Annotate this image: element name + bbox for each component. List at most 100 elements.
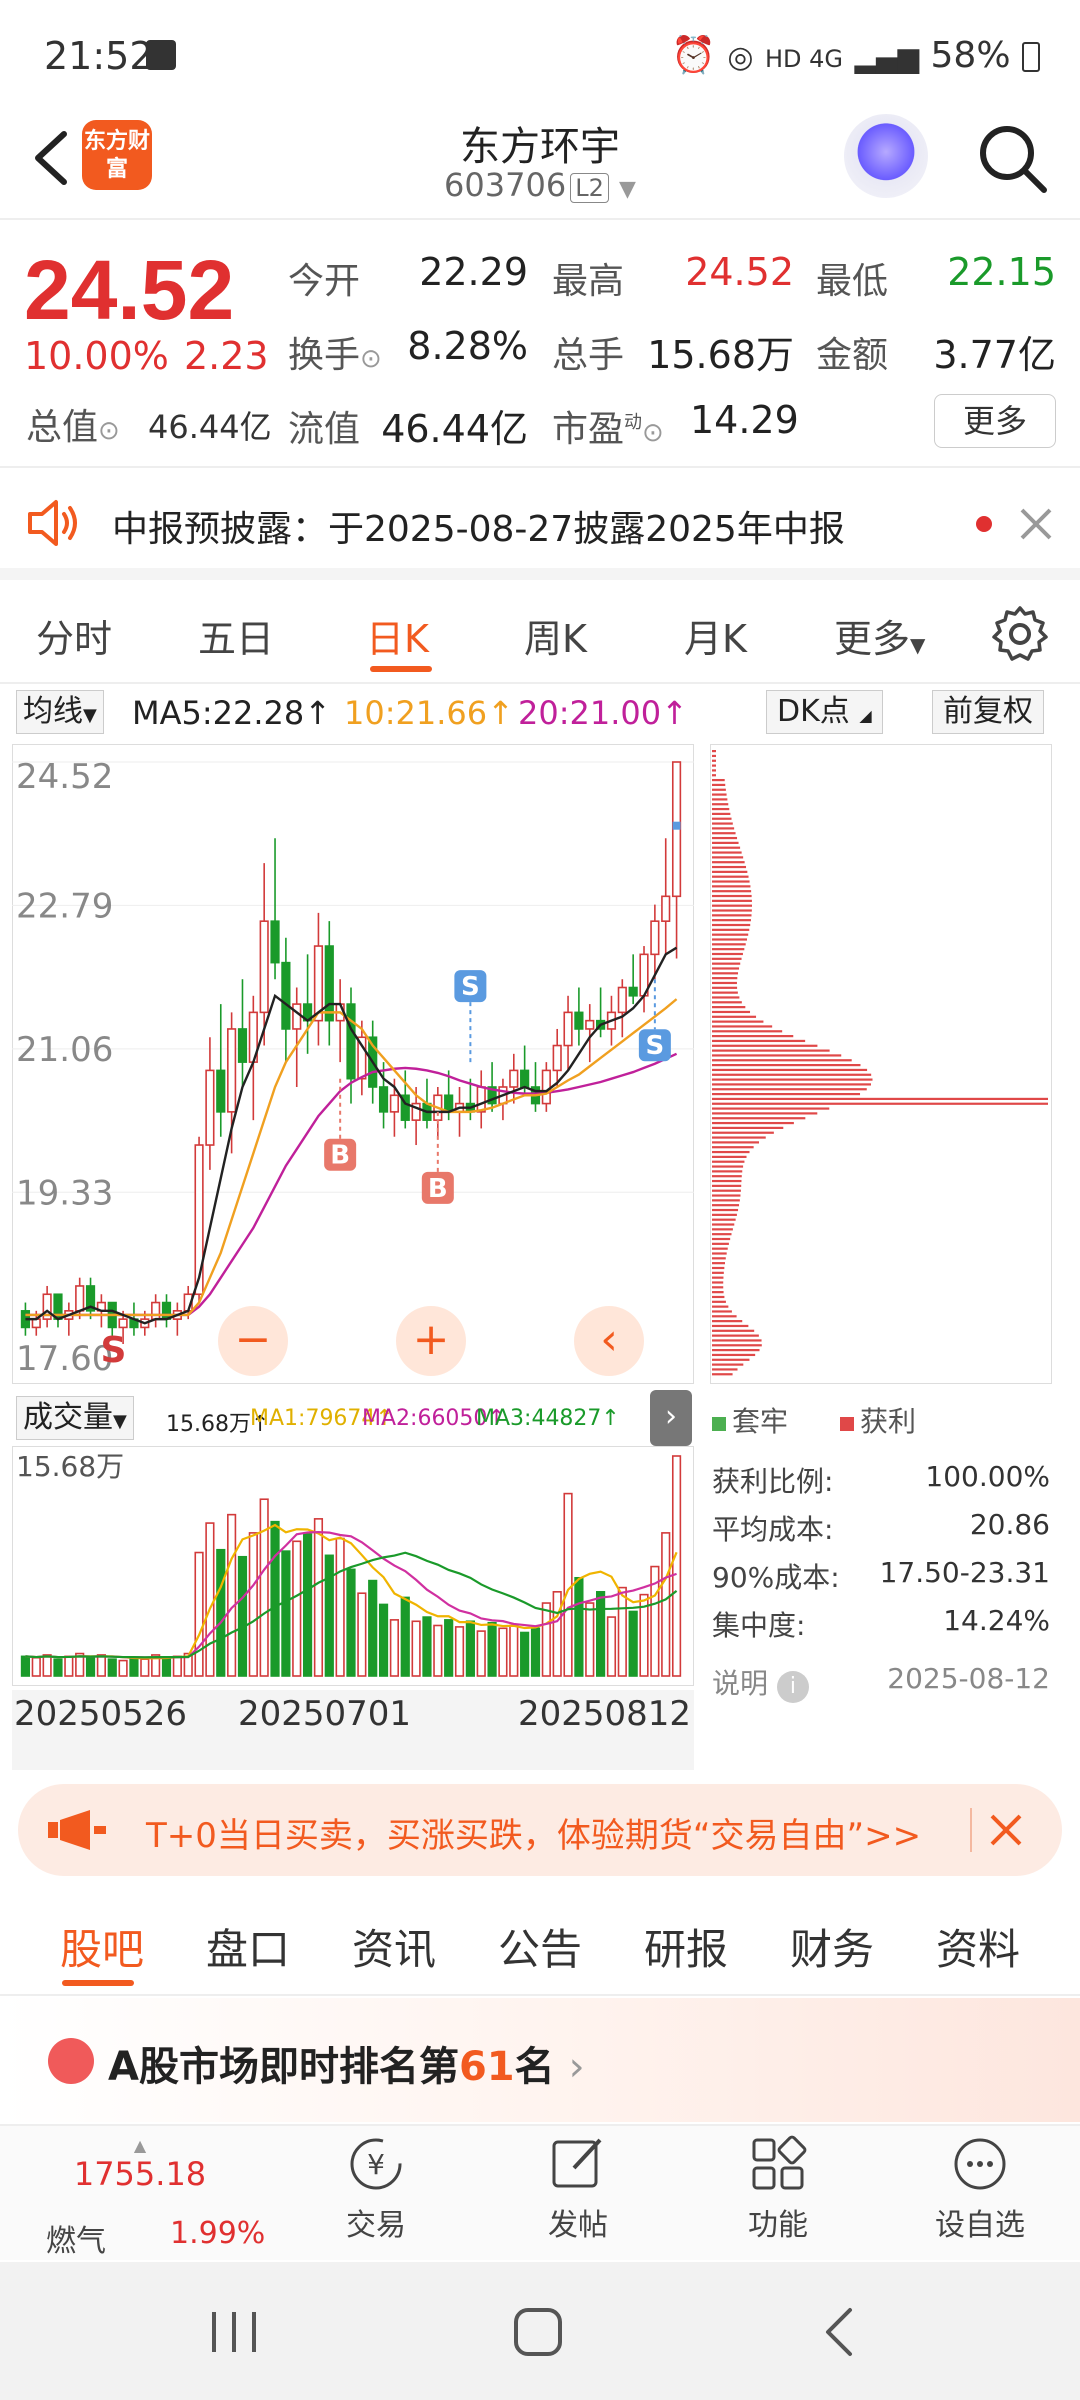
date-label-end: 20250812 [518,1694,692,1734]
chip-bar [712,885,751,888]
chip-bar [712,856,744,859]
chip-bar [712,1271,724,1274]
post-button[interactable]: 发帖 [518,2126,638,2244]
chip-bar [712,851,742,854]
chart-period-tabs: 分时 五日 日K 周K 月K 更多▼ [0,590,1080,684]
promo-banner[interactable]: T+0当日买卖，买涨买跌，体验期货“交易自由”>> [18,1784,1062,1876]
info-icon[interactable]: ⊙ [642,418,664,448]
tab-weekly-k[interactable]: 周K [524,608,587,663]
zoom-out-button[interactable]: − [218,1306,288,1376]
tab-five-day[interactable]: 五日 [198,608,274,663]
volume-selector[interactable]: 成交量▼ [16,1396,134,1440]
chip-bar [712,1020,764,1023]
level-badge: L2 [570,173,609,203]
volume-bar [302,1533,313,1677]
candle [292,1003,302,1030]
tab-profile[interactable]: 资料 [936,1916,1020,1977]
chip-bar [712,967,740,970]
chip-bar [712,1213,737,1216]
y-tick-label: 17.60 [16,1339,113,1379]
search-icon[interactable] [974,120,1050,196]
chip-bar [712,972,739,975]
tab-daily-k[interactable]: 日K [366,608,429,663]
tab-announcements[interactable]: 公告 [498,1916,582,1977]
tab-order-book[interactable]: 盘口 [206,1916,290,1977]
chip-bar [712,1339,762,1342]
info-icon[interactable]: ⊙ [360,344,382,374]
chip-bar [712,952,743,956]
candle [161,1301,172,1320]
volume-bar [64,1655,74,1677]
chip-bar [712,1237,731,1241]
tab-forum[interactable]: 股吧 [60,1916,144,1977]
sector-index[interactable]: ▲ 1755.18 燃气 1.99% [30,2136,265,2259]
chip-bar [712,1228,733,1231]
home-icon[interactable] [512,2306,564,2358]
volume-bar [498,1627,508,1677]
scroll-left-button[interactable]: ‹ [574,1306,644,1376]
vol-ma3: MA3:44827↑ [476,1406,620,1431]
tab-more[interactable]: 更多▼ [834,608,925,663]
chip-bar [712,841,739,844]
candle [118,1318,128,1329]
volume-chart[interactable]: 15.68万 [12,1446,694,1686]
megaphone-icon [48,1810,106,1850]
low-value: 22.15 [947,250,1056,294]
assistant-robot-icon[interactable] [844,114,928,198]
add-watchlist-button[interactable]: 设自选 [920,2126,1040,2244]
chip-bar [712,1247,728,1250]
tab-news[interactable]: 资讯 [352,1916,436,1977]
alarm-icon: ⏰ [671,35,716,76]
chevron-down-icon: ▼ [619,177,636,202]
dk-point-button[interactable]: DK点 ◢ [766,690,883,734]
info-icon[interactable]: ⊙ [98,416,120,446]
volume-bar [20,1655,31,1677]
tab-intraday[interactable]: 分时 [36,608,112,663]
chip-bar [712,962,741,965]
more-quote-button[interactable]: 更多 [934,394,1056,448]
zoom-in-button[interactable]: + [396,1306,466,1376]
chip-bar [712,919,751,922]
adjust-price-button[interactable]: 前复权 [932,690,1044,734]
volume-bar [433,1624,443,1677]
recent-apps-icon[interactable] [206,2308,262,2356]
chip-bar [712,870,748,873]
chip-bar [712,836,738,840]
chip-explain-link[interactable]: 说明 i [712,1662,809,1703]
chip-bar [712,1373,733,1376]
functions-button[interactable]: 功能 [718,2126,838,2244]
volume-bar [259,1498,269,1677]
gear-icon[interactable] [990,604,1050,664]
notification-icon [146,40,176,70]
chip-bar [712,1262,725,1265]
volume-bar [563,1492,573,1677]
tab-monthly-k[interactable]: 月K [684,608,747,663]
chip-bar [712,1320,743,1323]
volume-bar [552,1591,562,1677]
candle [585,1019,595,1030]
volume-bar [596,1591,606,1677]
candle [216,1069,226,1113]
chip-bar [712,1324,749,1328]
candle [520,1069,530,1088]
float-value: 46.44亿 [381,407,528,451]
candlestick-chart[interactable]: 24.52 22.79 21.06 19.33 17.60 B B S S S [12,744,694,1384]
market-rank-banner[interactable]: A股市场即时排名第61名 › [0,1998,1080,2122]
volume-bar [671,1455,682,1677]
chip-bar [712,788,726,791]
back-nav-icon[interactable] [820,2306,860,2358]
chip-bar [712,1300,726,1303]
chip-distribution-chart[interactable] [710,744,1052,1384]
close-icon[interactable] [1016,504,1056,544]
close-icon[interactable] [986,1810,1026,1850]
tab-research[interactable]: 研报 [644,1916,728,1977]
announcement-bar[interactable]: 中报预披露：于2025-08-27披露2025年中报 [0,470,1080,580]
ma5-value: MA5:22.28↑ [132,694,332,732]
trade-button[interactable]: ¥ 交易 [316,2126,436,2244]
tab-finance[interactable]: 财务 [790,1916,874,1977]
expand-panel-button[interactable]: › [650,1390,692,1446]
volume-bar [606,1616,617,1677]
indicator-selector[interactable]: 均线▼ [16,690,104,734]
stock-code: 603706 [444,166,567,204]
chip-bar [712,894,752,898]
